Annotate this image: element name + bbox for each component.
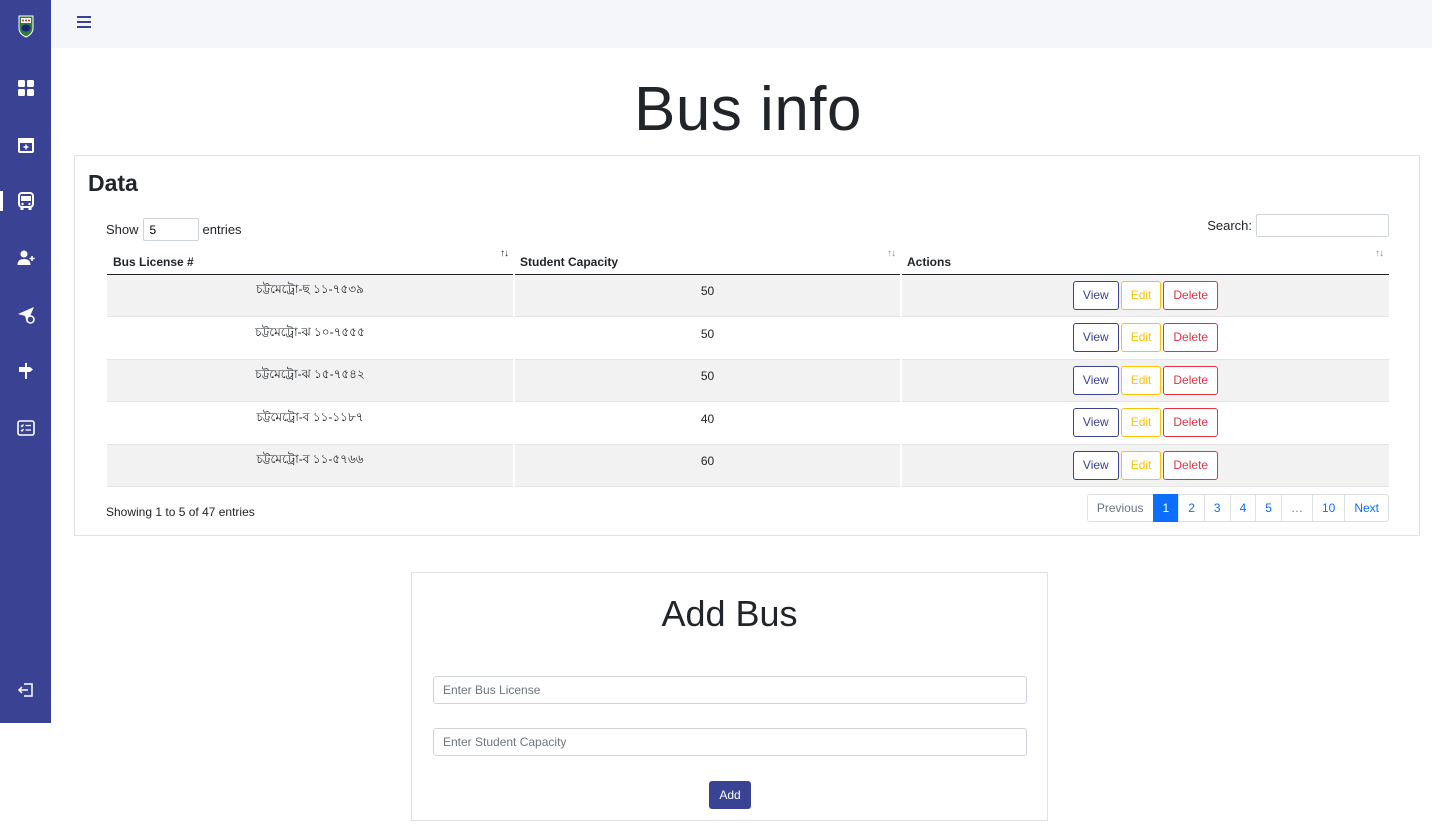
search-label: Search:	[1207, 218, 1252, 233]
column-header-capacity-label: Student Capacity	[520, 255, 619, 270]
license-cell: চট্টমেট্রো-ঝ ১৫-৭৫৪২	[107, 359, 514, 402]
actions-cell: View Edit Delete	[900, 401, 1389, 445]
search-input[interactable]	[1256, 214, 1389, 237]
column-header-license[interactable]: Bus License # ↑↓	[107, 245, 514, 275]
edit-button[interactable]: Edit	[1120, 280, 1162, 310]
dashboard-icon	[17, 80, 34, 96]
menu-toggle-icon[interactable]	[77, 16, 91, 32]
bus-table: Bus License # ↑↓ Student Capacity ↑↓ Actio…	[107, 245, 1389, 487]
list-card-icon	[16, 420, 35, 436]
edit-button[interactable]: Edit	[1120, 365, 1162, 395]
sort-icon: ↑↓	[1375, 248, 1384, 259]
nav-schedule[interactable]	[0, 127, 51, 163]
add-user-icon	[17, 250, 34, 265]
edit-button[interactable]: Edit	[1120, 450, 1162, 480]
send-icon	[17, 307, 35, 324]
license-cell: চট্টমেট্রো-ব ১১-৫৭৬৬	[107, 444, 514, 487]
nav-list[interactable]	[0, 410, 51, 446]
edit-button[interactable]: Edit	[1120, 323, 1162, 353]
capacity-cell: 50	[513, 274, 901, 317]
data-card: Data Show entries Search: Bus License # ↑…	[74, 155, 1420, 536]
page-title: Bus info	[633, 75, 863, 144]
delete-button[interactable]: Delete	[1163, 323, 1219, 353]
table-row: চট্টমেট্রো-ছ ১১-৭৫৩৯ 50 View Edit Delete	[107, 274, 1389, 317]
pagination-page[interactable]: 10	[1311, 494, 1346, 522]
capacity-cell: 40	[513, 401, 901, 445]
capacity-cell: 50	[513, 316, 901, 360]
sort-icon: ↑↓	[887, 248, 896, 259]
length-suffix: entries	[202, 222, 242, 237]
view-button[interactable]: View	[1072, 450, 1119, 480]
edit-button[interactable]: Edit	[1120, 408, 1162, 438]
view-button[interactable]: View	[1072, 323, 1119, 353]
table-row: চট্টমেট্রো-ঝ ১৫-৭৫৪২ 50 View Edit Delete	[107, 359, 1389, 402]
column-header-capacity[interactable]: Student Capacity ↑↓	[514, 245, 901, 275]
pagination-next[interactable]: Next	[1344, 494, 1389, 522]
form-title: Add Bus	[661, 593, 798, 634]
add-bus-card: Add Bus Add	[411, 572, 1048, 821]
license-cell: চট্টমেট্রো-ব ১১-১১৮৭	[107, 401, 514, 445]
capacity-cell: 60	[513, 444, 901, 487]
logo-icon	[18, 15, 34, 38]
card-title: Data	[88, 170, 138, 196]
view-button[interactable]: View	[1072, 280, 1119, 310]
license-cell: চট্টমেট্রো-ঝ ১০-৭৫৫৫	[107, 316, 514, 360]
nav-bus[interactable]	[0, 183, 51, 219]
license-cell: চট্টমেট্রো-ছ ১১-৭৫৩৯	[107, 274, 514, 317]
table-row: চট্টমেট্রো-ব ১১-৫৭৬৬ 60 View Edit Delete	[107, 444, 1389, 487]
pagination-page[interactable]: 3	[1203, 494, 1231, 522]
pagination-page[interactable]: 5	[1255, 494, 1282, 522]
pagination-page[interactable]: …	[1280, 494, 1313, 522]
entries-length-input[interactable]	[142, 218, 199, 241]
delete-button[interactable]: Delete	[1163, 408, 1219, 438]
view-button[interactable]: View	[1072, 408, 1119, 438]
logout-icon	[17, 683, 33, 697]
add-bus-button[interactable]: Add	[709, 781, 751, 809]
delete-button[interactable]: Delete	[1163, 450, 1219, 480]
table-info: Showing 1 to 5 of 47 entries	[106, 505, 255, 519]
actions-cell: View Edit Delete	[900, 444, 1389, 487]
actions-cell: View Edit Delete	[900, 359, 1389, 402]
pagination: Previous 1 2 3 4 5… 10 Next	[1086, 494, 1389, 522]
delete-button[interactable]: Delete	[1163, 280, 1219, 310]
pagination-page[interactable]: 4	[1229, 494, 1257, 522]
nav-logout[interactable]	[0, 672, 51, 708]
pagination-previous[interactable]: Previous	[1086, 494, 1154, 522]
sidebar	[0, 0, 51, 723]
nav-add-user[interactable]	[0, 240, 51, 276]
nav-route[interactable]	[0, 353, 51, 389]
length-prefix: Show	[106, 222, 139, 237]
student-capacity-input[interactable]	[433, 728, 1027, 756]
capacity-cell: 50	[513, 359, 901, 402]
bus-icon	[17, 192, 34, 210]
table-row: চট্টমেট্রো-ব ১১-১১৮৭ 40 View Edit Delete	[107, 401, 1389, 445]
calendar-add-icon	[17, 138, 34, 153]
table-row: চট্টমেট্রো-ঝ ১০-৭৫৫৫ 50 View Edit Delete	[107, 316, 1389, 360]
nav-dashboard[interactable]	[0, 70, 51, 106]
entries-length: Show entries	[106, 218, 242, 241]
sort-asc-icon: ↑↓	[500, 248, 509, 259]
pagination-page[interactable]: 1	[1152, 494, 1180, 522]
actions-cell: View Edit Delete	[900, 274, 1389, 317]
view-button[interactable]: View	[1072, 365, 1119, 395]
signpost-icon	[18, 363, 33, 379]
bus-license-input[interactable]	[433, 676, 1027, 704]
topbar	[51, 0, 1432, 48]
column-header-license-label: Bus License #	[113, 255, 194, 270]
pagination-page[interactable]: 2	[1178, 494, 1205, 522]
table-search: Search:	[1207, 214, 1389, 237]
column-header-actions[interactable]: Actions ↑↓	[901, 245, 1389, 275]
actions-cell: View Edit Delete	[900, 316, 1389, 360]
nav-send[interactable]	[0, 297, 51, 333]
delete-button[interactable]: Delete	[1163, 365, 1219, 395]
column-header-actions-label: Actions	[907, 255, 952, 270]
